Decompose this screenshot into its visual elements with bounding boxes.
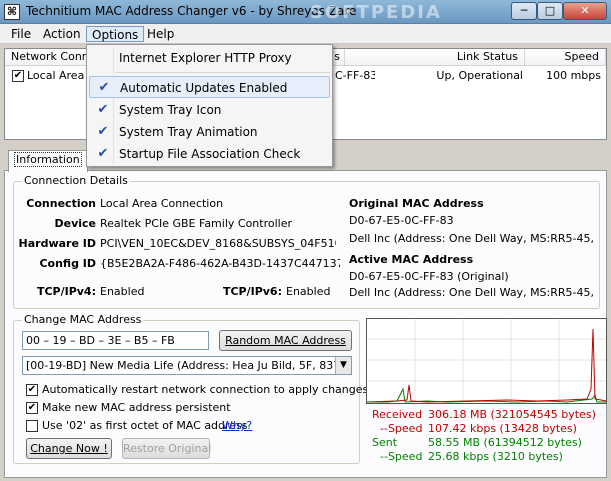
group-title: Change MAC Address bbox=[22, 313, 144, 326]
row-mac: C-FF-83 bbox=[335, 69, 375, 82]
row-name: Local Area C bbox=[27, 69, 87, 82]
why-link[interactable]: Why? bbox=[222, 419, 252, 432]
menu-item-ie-proxy[interactable]: Internet Explorer HTTP Proxy bbox=[89, 47, 330, 69]
check-icon: ✔ bbox=[97, 146, 109, 161]
received-speed-label: --Speed bbox=[380, 422, 423, 435]
restore-original-button[interactable]: Restore Original bbox=[122, 438, 211, 459]
watermark: SOFTPEDIA bbox=[310, 2, 442, 23]
vendor-select[interactable]: [00-19-BD] New Media Life (Address: Hea … bbox=[22, 356, 352, 375]
title-bar[interactable]: ⌘ Technitium MAC Address Changer v6 - by… bbox=[0, 0, 611, 24]
connection-key: Connection bbox=[26, 197, 96, 210]
menu-action[interactable]: Action bbox=[38, 26, 86, 42]
auto-restart-checkbox[interactable]: ✔ Automatically restart network connecti… bbox=[26, 383, 368, 399]
row-link-status: Up, Operational bbox=[436, 69, 523, 82]
traffic-graph bbox=[366, 318, 607, 404]
checkbox[interactable]: ✔ bbox=[26, 384, 38, 396]
checkbox[interactable]: ✔ bbox=[26, 402, 38, 414]
sent-label: Sent bbox=[372, 436, 398, 449]
menu-item-auto-updates[interactable]: ✔ Automatic Updates Enabled bbox=[89, 76, 330, 98]
menu-file[interactable]: File bbox=[6, 26, 36, 42]
column-header-speed[interactable]: Speed bbox=[525, 49, 606, 66]
menu-bar: File Action Options Help bbox=[0, 24, 611, 44]
active-mac-title: Active MAC Address bbox=[349, 253, 474, 266]
original-mac-vendor: Dell Inc (Address: One Dell Way, MS:RR5-… bbox=[349, 232, 597, 245]
menu-item-tray-animation[interactable]: ✔ System Tray Animation bbox=[89, 121, 330, 143]
hardware-id-value: PCI\VEN_10EC&DEV_8168&SUBSYS_04F5102( bbox=[100, 237, 336, 250]
column-header-link-status[interactable]: Link Status bbox=[345, 49, 525, 66]
device-value: Realtek PCIe GBE Family Controller bbox=[100, 217, 293, 230]
sent-value: 58.55 MB (61394512 bytes) bbox=[428, 436, 582, 449]
tcp-ipv4-value: Enabled bbox=[100, 285, 145, 298]
app-icon: ⌘ bbox=[4, 4, 20, 20]
received-label: Received bbox=[372, 408, 423, 421]
menu-help[interactable]: Help bbox=[142, 26, 179, 42]
options-dropdown-menu: Internet Explorer HTTP Proxy ✔ Automatic… bbox=[86, 44, 333, 167]
first-octet-checkbox[interactable]: Use '02' as first octet of MAC address W… bbox=[26, 419, 346, 435]
config-id-value: {B5E2BA2A-F486-462A-B43D-1437C4471377} bbox=[100, 257, 340, 270]
minimize-button[interactable]: ─ bbox=[511, 2, 537, 20]
tcp-ipv6-value: Enabled bbox=[286, 285, 331, 298]
check-icon: ✔ bbox=[97, 102, 109, 117]
persistent-checkbox[interactable]: ✔ Make new MAC address persistent bbox=[26, 401, 346, 417]
check-icon: ✔ bbox=[97, 124, 109, 139]
chevron-down-icon[interactable]: ▼ bbox=[335, 357, 351, 374]
active-mac-value: D0-67-E5-0C-FF-83 (Original) bbox=[349, 270, 509, 283]
row-speed: 100 mbps bbox=[546, 69, 601, 82]
mac-address-input[interactable]: 00 – 19 – BD – 3E – B5 – FB bbox=[22, 331, 209, 350]
close-button[interactable]: ✕ bbox=[563, 2, 607, 20]
row-checkbox[interactable]: ✔ bbox=[12, 70, 24, 82]
sent-speed-value: 25.68 kbps (3210 bytes) bbox=[428, 450, 563, 463]
menu-item-tray-icon[interactable]: ✔ System Tray Icon bbox=[89, 99, 330, 121]
window-title: Technitium MAC Address Changer v6 - by S… bbox=[26, 4, 357, 18]
change-mac-group: Change MAC Address 00 – 19 – BD – 3E – B… bbox=[13, 313, 368, 464]
tcp-ipv4-key: TCP/IPv4: bbox=[36, 285, 96, 298]
original-mac-value: D0-67-E5-0C-FF-83 bbox=[349, 214, 454, 227]
hardware-id-key: Hardware ID bbox=[18, 237, 96, 250]
column-header-network-connection[interactable]: Network Conne bbox=[5, 49, 87, 66]
checkbox[interactable] bbox=[26, 420, 38, 432]
random-mac-button[interactable]: Random MAC Address bbox=[219, 330, 352, 351]
received-speed-value: 107.42 kbps (13428 bytes) bbox=[428, 422, 577, 435]
traffic-graph-svg bbox=[367, 319, 606, 403]
active-mac-vendor: Dell Inc (Address: One Dell Way, MS:RR5-… bbox=[349, 286, 597, 299]
received-value: 306.18 MB (321054545 bytes) bbox=[428, 408, 596, 421]
change-now-button[interactable]: Change Now ! bbox=[26, 438, 112, 459]
menu-options[interactable]: Options bbox=[86, 26, 145, 42]
check-icon: ✔ bbox=[98, 80, 110, 95]
maximize-button[interactable]: □ bbox=[537, 2, 563, 20]
sent-speed-label: --Speed bbox=[380, 450, 423, 463]
device-key: Device bbox=[54, 217, 96, 230]
connection-value: Local Area Connection bbox=[100, 197, 224, 210]
group-title: Connection Details bbox=[22, 174, 130, 187]
tcp-ipv6-key: TCP/IPv6: bbox=[222, 285, 282, 298]
tab-information[interactable]: Information bbox=[8, 150, 88, 172]
menu-item-file-association[interactable]: ✔ Startup File Association Check bbox=[89, 143, 330, 165]
connection-details-group: Connection Details Connection Local Area… bbox=[13, 174, 600, 309]
menu-separator bbox=[115, 72, 330, 73]
original-mac-title: Original MAC Address bbox=[349, 197, 484, 210]
config-id-key: Config ID bbox=[39, 257, 96, 270]
